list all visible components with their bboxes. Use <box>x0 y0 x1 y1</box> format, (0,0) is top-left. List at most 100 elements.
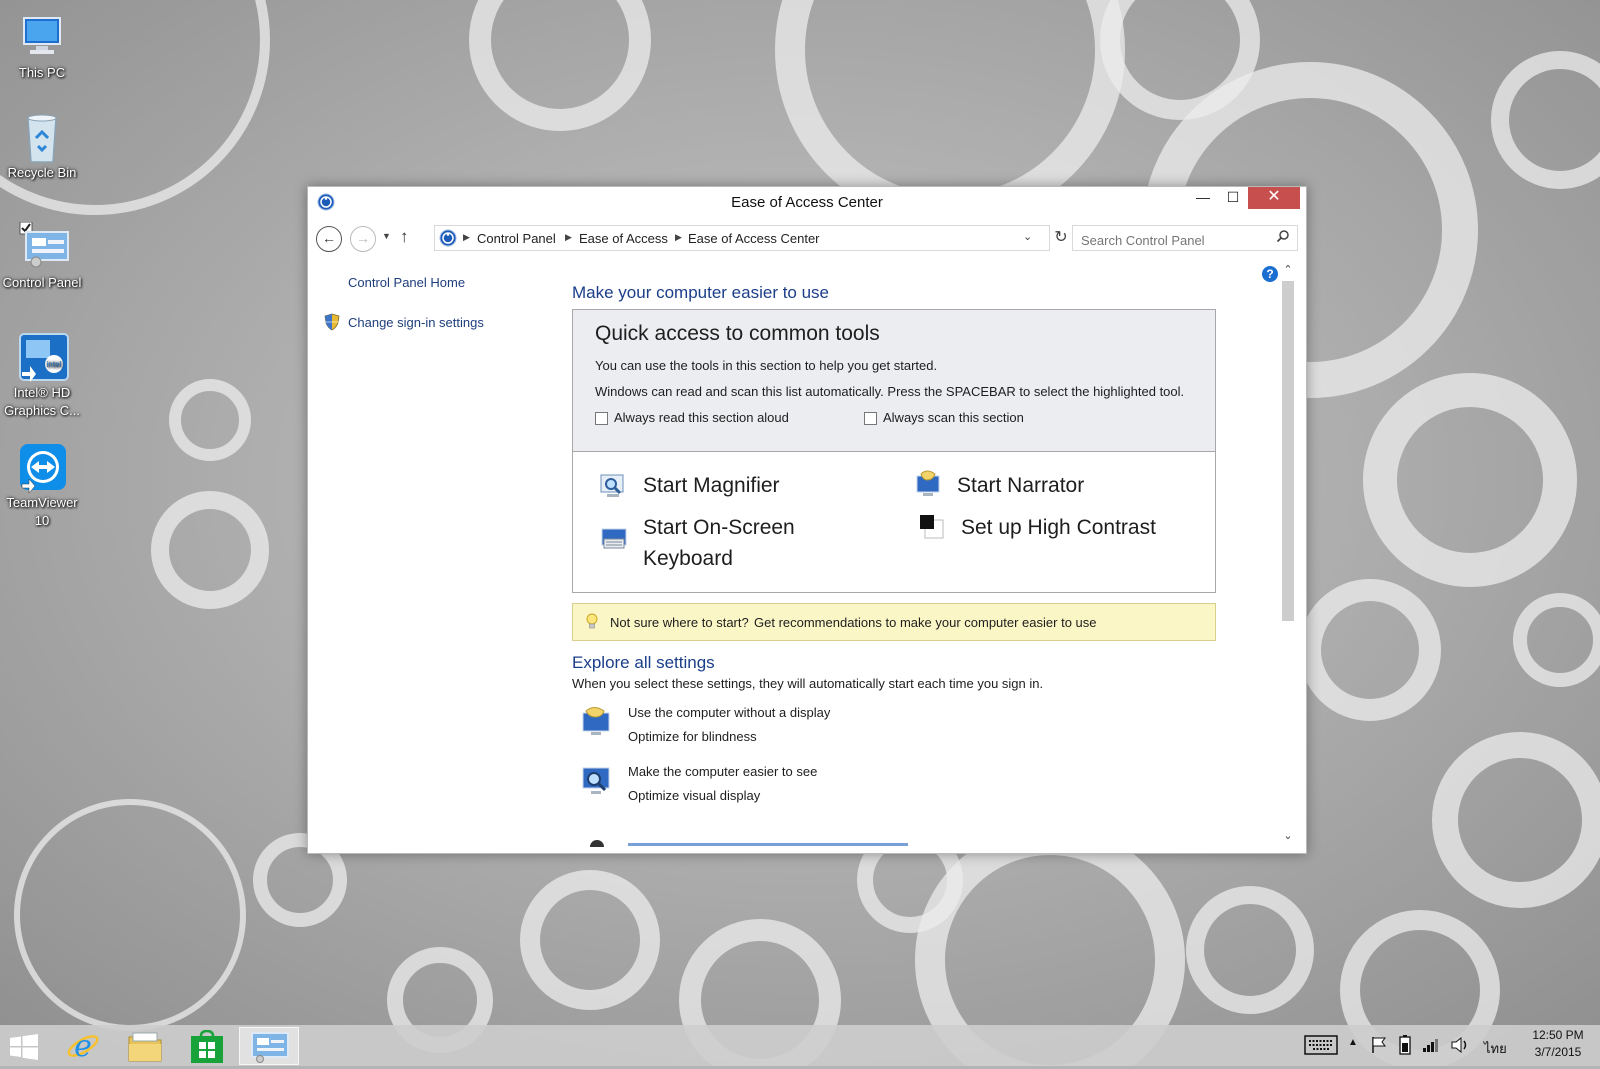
keyboard-icon <box>599 526 629 561</box>
action-center-flag-icon[interactable] <box>1370 1036 1388 1059</box>
always-scan-checkbox[interactable] <box>864 412 877 425</box>
taskbar-store[interactable] <box>177 1027 237 1065</box>
back-button[interactable]: ← <box>316 226 342 252</box>
magnifier-monitor-icon <box>580 764 614 803</box>
shield-icon <box>324 313 340 336</box>
desktop-icon-label: Control Panel <box>2 275 82 290</box>
scroll-thumb[interactable] <box>1282 281 1294 621</box>
desktop-icon-control-panel[interactable]: Control Panel <box>0 221 87 292</box>
control-panel-icon <box>18 221 69 270</box>
taskbar-control-panel-active[interactable] <box>239 1027 299 1065</box>
internet-explorer-icon: e <box>66 1029 100 1068</box>
change-sign-in-settings-link[interactable]: Change sign-in settings <box>348 315 484 330</box>
start-magnifier-tool[interactable]: Start Magnifier <box>599 470 849 504</box>
help-icon: ? <box>1266 267 1274 281</box>
tip-banner: Not sure where to start? Get recommendat… <box>572 603 1216 641</box>
refresh-icon: ↻ <box>1054 229 1068 246</box>
explore-item-partially-hidden <box>580 840 910 847</box>
network-signal-icon[interactable] <box>1422 1037 1440 1058</box>
address-dropdown-button[interactable]: ⌄ <box>1023 230 1032 243</box>
show-hidden-icons-button[interactable]: ▲ <box>1348 1037 1358 1048</box>
forward-button[interactable]: → <box>350 226 376 252</box>
recent-locations-button[interactable]: ▼ <box>382 231 391 241</box>
teamviewer-icon <box>18 442 66 494</box>
maximize-button[interactable]: ☐ <box>1218 187 1248 209</box>
address-bar[interactable]: ▶ Control Panel ▶ Ease of Access ▶ Ease … <box>434 225 1050 251</box>
breadcrumb-ease-of-access-center[interactable]: Ease of Access Center <box>688 231 820 246</box>
intel-graphics-icon: intel <box>18 332 69 382</box>
scroll-up-button[interactable]: ⌃ <box>1278 263 1298 279</box>
desktop-icon-intel-graphics[interactable]: intel Intel® HD Graphics C... <box>0 332 87 420</box>
explore-item-without-display[interactable]: Use the computer without a display Optim… <box>580 703 980 751</box>
taskbar-file-explorer[interactable] <box>115 1027 175 1065</box>
desktop-icon-label: Intel® HD <box>13 385 71 400</box>
vertical-scrollbar[interactable]: ⌃ ⌄ <box>1278 263 1298 847</box>
always-scan-label[interactable]: Always scan this section <box>883 410 1024 425</box>
ease-of-access-icon <box>439 229 457 250</box>
breadcrumb-ease-of-access[interactable]: Ease of Access <box>579 231 668 246</box>
breadcrumb-separator-icon: ▶ <box>675 232 682 242</box>
clock-date: 3/7/2015 <box>1534 1045 1582 1059</box>
touch-keyboard-button[interactable] <box>1304 1035 1338 1057</box>
refresh-button[interactable]: ↻ <box>1052 227 1070 247</box>
explore-heading: Explore all settings <box>572 653 715 672</box>
explore-description: When you select these settings, they wil… <box>572 676 1044 691</box>
hidden-text-fragment <box>628 843 908 846</box>
use-without-display-link[interactable]: Use the computer without a display <box>628 705 830 720</box>
desktop-icon-label: TeamViewer <box>6 495 78 510</box>
tip-text: Not sure where to start? <box>610 615 749 630</box>
help-button[interactable]: ? <box>1262 266 1278 282</box>
volume-icon[interactable] <box>1450 1036 1470 1059</box>
narrator-icon <box>913 470 943 505</box>
desktop-icon-recycle-bin[interactable]: Recycle Bin <box>0 112 87 182</box>
start-narrator-label: Start Narrator <box>957 474 1085 497</box>
close-button[interactable]: ✕ <box>1248 187 1300 209</box>
narrator-monitor-icon <box>580 705 614 744</box>
input-language[interactable]: ไทย <box>1484 1038 1507 1059</box>
arrow-left-icon: ← <box>322 230 336 246</box>
minimize-button[interactable]: — <box>1188 187 1218 209</box>
set-up-high-contrast-label: Set up High Contrast <box>961 516 1156 539</box>
keyboard-icon <box>1304 1035 1338 1059</box>
get-recommendations-link[interactable]: Get recommendations to make your compute… <box>754 615 1097 630</box>
quick-access-panel: Quick access to common tools You can use… <box>572 309 1216 593</box>
title-bar[interactable]: Ease of Access Center — ☐ ✕ <box>308 187 1306 217</box>
always-read-label[interactable]: Always read this section aloud <box>614 410 789 425</box>
scroll-down-button[interactable]: ⌄ <box>1278 829 1298 845</box>
quick-access-header: Quick access to common tools You can use… <box>573 310 1215 452</box>
content-area: Control Panel Home Change sign-in settin… <box>314 263 1276 847</box>
start-on-screen-keyboard-label-line2: Keyboard <box>643 547 733 570</box>
magnifier-icon <box>599 472 627 505</box>
system-clock[interactable]: 12:50 PM 3/7/2015 <box>1520 1027 1596 1061</box>
clock-time: 12:50 PM <box>1532 1028 1584 1042</box>
up-button[interactable]: ↑ <box>400 227 409 247</box>
navigation-bar: ← → ▼ ↑ ▶ Control Panel ▶ Ease of Access… <box>314 223 1300 255</box>
search-input[interactable] <box>1072 225 1298 251</box>
start-on-screen-keyboard-tool[interactable]: Start On-Screen Keyboard <box>599 512 869 580</box>
desktop-icon-teamviewer[interactable]: TeamViewer 10 <box>0 442 87 530</box>
breadcrumb-control-panel[interactable]: Control Panel <box>477 231 556 246</box>
start-on-screen-keyboard-label: Start On-Screen <box>643 516 795 539</box>
arrow-right-icon: → <box>356 230 370 246</box>
set-up-high-contrast-tool[interactable]: Set up High Contrast <box>919 512 1209 546</box>
folder-icon <box>127 1031 163 1068</box>
control-panel-home-link[interactable]: Control Panel Home <box>348 275 465 290</box>
breadcrumb-separator-icon: ▶ <box>565 232 572 242</box>
use-without-display-desc: Optimize for blindness <box>628 729 757 744</box>
search-icon <box>1276 229 1290 248</box>
battery-icon[interactable] <box>1396 1034 1414 1061</box>
taskbar: e ▲ ไทย 12:50 PM 3/7/2015 <box>0 1025 1600 1066</box>
easier-to-see-link[interactable]: Make the computer easier to see <box>628 764 817 779</box>
control-panel-icon <box>250 1031 290 1068</box>
high-contrast-icon <box>919 514 945 545</box>
page-heading: Make your computer easier to use <box>572 283 830 302</box>
desktop-icon-this-pc[interactable]: This PC <box>0 12 87 82</box>
lightbulb-icon <box>585 613 599 636</box>
start-narrator-tool[interactable]: Start Narrator <box>913 470 1193 504</box>
always-read-checkbox[interactable] <box>595 412 608 425</box>
start-button[interactable] <box>0 1025 50 1066</box>
svg-text:intel: intel <box>47 360 62 369</box>
desktop-icon-label: Graphics C... <box>4 403 80 418</box>
explore-item-easier-to-see[interactable]: Make the computer easier to see Optimize… <box>580 762 980 810</box>
taskbar-internet-explorer[interactable]: e <box>53 1027 113 1065</box>
